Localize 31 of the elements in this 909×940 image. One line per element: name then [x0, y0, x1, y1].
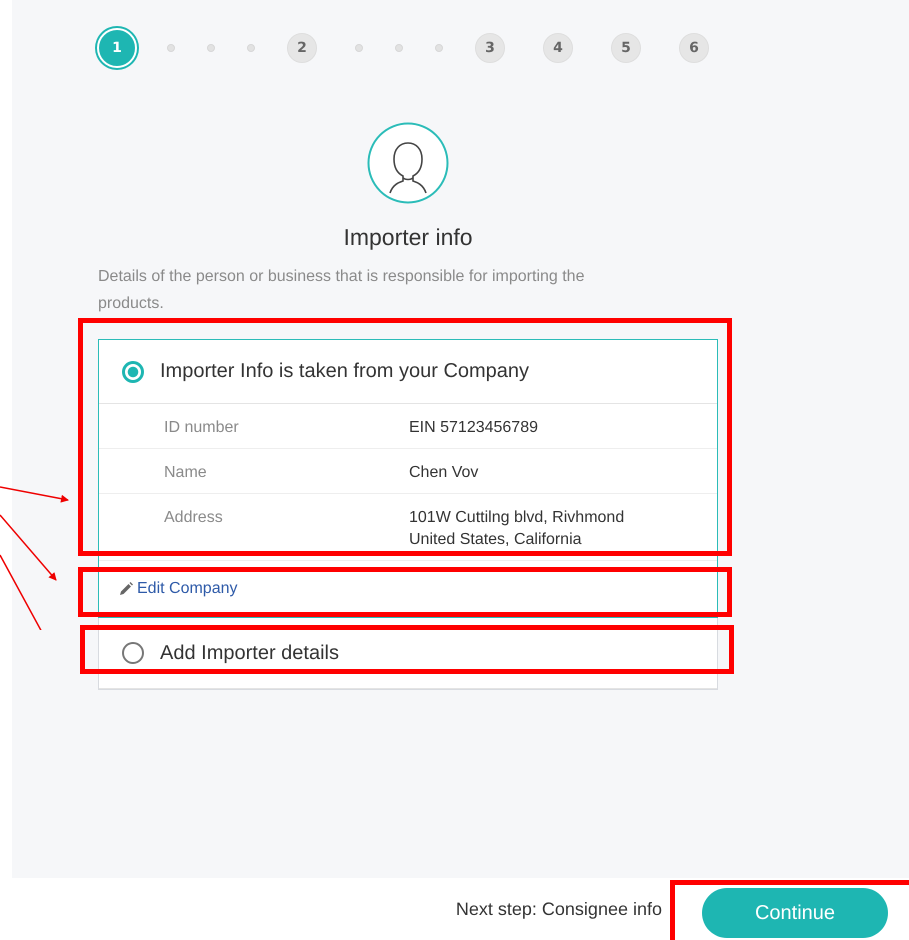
detail-value: Chen Vov	[409, 463, 480, 483]
next-step-text: Next step: Consignee info	[456, 898, 662, 920]
detail-value: EIN 57123456789	[409, 418, 539, 438]
continue-button[interactable]: Continue	[702, 888, 888, 938]
annotation-arrow	[0, 486, 69, 503]
option-label: Importer Info is taken from your Company	[160, 360, 530, 383]
person-avatar-icon	[367, 122, 449, 204]
step-indicator[interactable]: 3	[475, 33, 505, 63]
step-indicator[interactable]: 2	[287, 33, 317, 63]
edit-company-link[interactable]: Edit Company	[119, 580, 238, 598]
annotation-arrow	[0, 514, 57, 581]
pencil-icon	[119, 582, 133, 596]
radio-button[interactable]	[122, 360, 144, 382]
detail-label: ID number	[164, 418, 240, 438]
step-indicator[interactable]: 5	[611, 33, 641, 63]
step-dot	[435, 44, 443, 52]
radio-button[interactable]	[122, 642, 144, 664]
step-indicator[interactable]: 6	[679, 33, 709, 63]
step-dot	[395, 44, 403, 52]
step-dot	[207, 44, 215, 52]
option-label: Add Importer details	[160, 642, 339, 664]
step-dot	[247, 44, 255, 52]
detail-value: 101W Cuttilng blvd, Rivhmond United States, California	[409, 508, 626, 550]
description-text: Details of the person or business that is responsible for importing the products.	[98, 267, 586, 314]
detail-label: Address	[164, 508, 224, 528]
page-title: Importer info	[343, 224, 473, 251]
step-dot	[167, 44, 175, 52]
step-indicator[interactable]: 4	[543, 33, 573, 63]
detail-label: Name	[164, 463, 208, 483]
step-indicator[interactable]: 1	[97, 28, 137, 68]
step-dot	[355, 44, 363, 52]
